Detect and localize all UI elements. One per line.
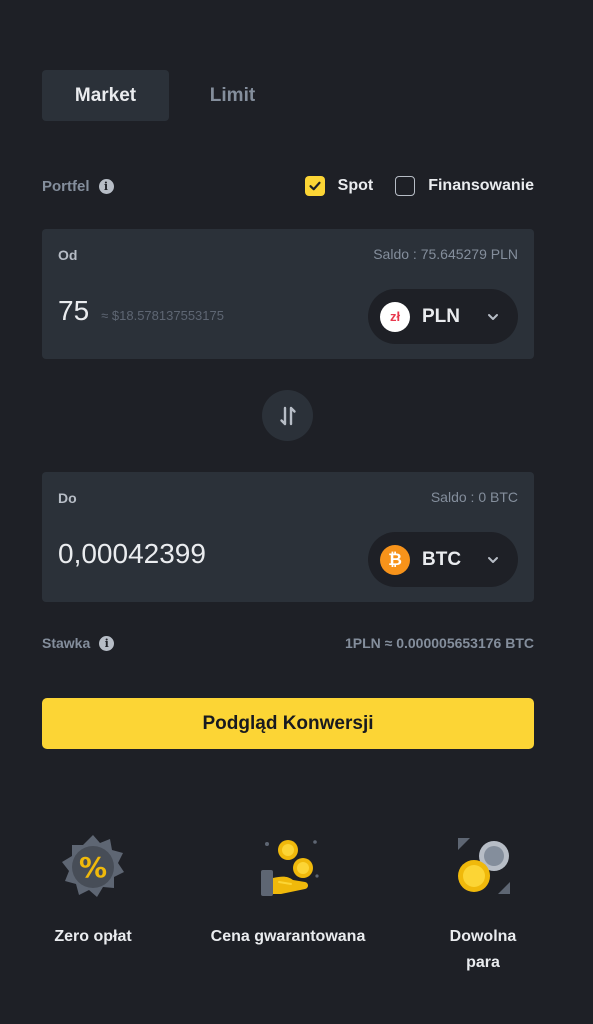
swap-arrows-icon [279, 406, 296, 425]
spot-checkbox[interactable] [304, 176, 325, 196]
swap-button[interactable] [262, 390, 313, 441]
guaranteed-price-hand-coins-icon [261, 840, 319, 896]
wallet-label: Portfel [42, 177, 90, 195]
svg-text:%: % [79, 851, 107, 884]
to-amount-input[interactable]: 0,00042399 [58, 538, 206, 570]
to-panel: Do Saldo : 0 BTC 0,00042399 ₿ BTC [42, 472, 534, 602]
convert-page: Market Limit Portfel i Spot Finansowanie… [0, 0, 593, 1024]
btc-coin-icon: ₿ [380, 544, 410, 575]
chevron-down-icon [488, 313, 498, 320]
zero-fee-percent-icon: % [62, 835, 124, 897]
feature-any-pair: Dowolna para [430, 832, 536, 976]
from-balance: Saldo : 75.645279 PLN [373, 246, 518, 262]
rate-value: 1PLN ≈ 0.000005653176 BTC [344, 635, 534, 651]
preview-conversion-button[interactable]: Podgląd Konwersji [42, 698, 534, 749]
to-label: Do [58, 490, 77, 506]
wallet-options: Spot Finansowanie [304, 176, 534, 196]
feature-zero-fees-text: Zero opłat [54, 928, 132, 945]
to-coin-select[interactable]: ₿ BTC [368, 532, 518, 587]
from-usd-estimate: ≈ $18.578137553175 [101, 308, 224, 323]
rate-row: Stawka i 1PLN ≈ 0.000005653176 BTC [42, 632, 534, 654]
feature-zero-fees: % Zero opłat [34, 832, 152, 950]
to-amount-value: 0,00042399 [58, 538, 206, 569]
feature-any-pair-text: Dowolna para [449, 928, 517, 971]
from-label: Od [58, 247, 78, 263]
from-amount-input[interactable]: 75 ≈ $18.578137553175 [58, 295, 224, 327]
chevron-down-icon [488, 556, 498, 563]
wallet-option-spot[interactable]: Spot [304, 176, 374, 196]
rate-label: Stawka [42, 635, 91, 651]
wallet-option-funding[interactable]: Finansowanie [395, 176, 534, 196]
feature-guaranteed-price: Cena gwarantowana [198, 832, 378, 950]
any-pair-coins-icon [458, 838, 510, 894]
tab-market[interactable]: Market [42, 70, 169, 121]
info-icon[interactable]: i [98, 178, 114, 194]
funding-label: Finansowanie [428, 177, 534, 194]
from-coin-name: PLN [422, 305, 460, 327]
from-panel: Od Saldo : 75.645279 PLN 75 ≈ $18.578137… [42, 229, 534, 359]
to-coin-name: BTC [422, 548, 462, 570]
checkmark-icon [309, 181, 321, 191]
tab-limit[interactable]: Limit [169, 70, 296, 121]
order-type-tabs: Market Limit [42, 70, 296, 121]
from-amount-value: 75 [58, 295, 90, 326]
to-balance: Saldo : 0 BTC [430, 489, 518, 505]
spot-label: Spot [337, 177, 374, 194]
from-coin-select[interactable]: zł PLN [368, 289, 518, 344]
wallet-row: Portfel i Spot Finansowanie [42, 172, 534, 200]
funding-checkbox[interactable] [395, 176, 416, 196]
info-icon[interactable]: i [99, 635, 115, 651]
pln-coin-icon: zł [380, 301, 410, 332]
feature-guaranteed-price-text: Cena gwarantowana [210, 928, 366, 945]
